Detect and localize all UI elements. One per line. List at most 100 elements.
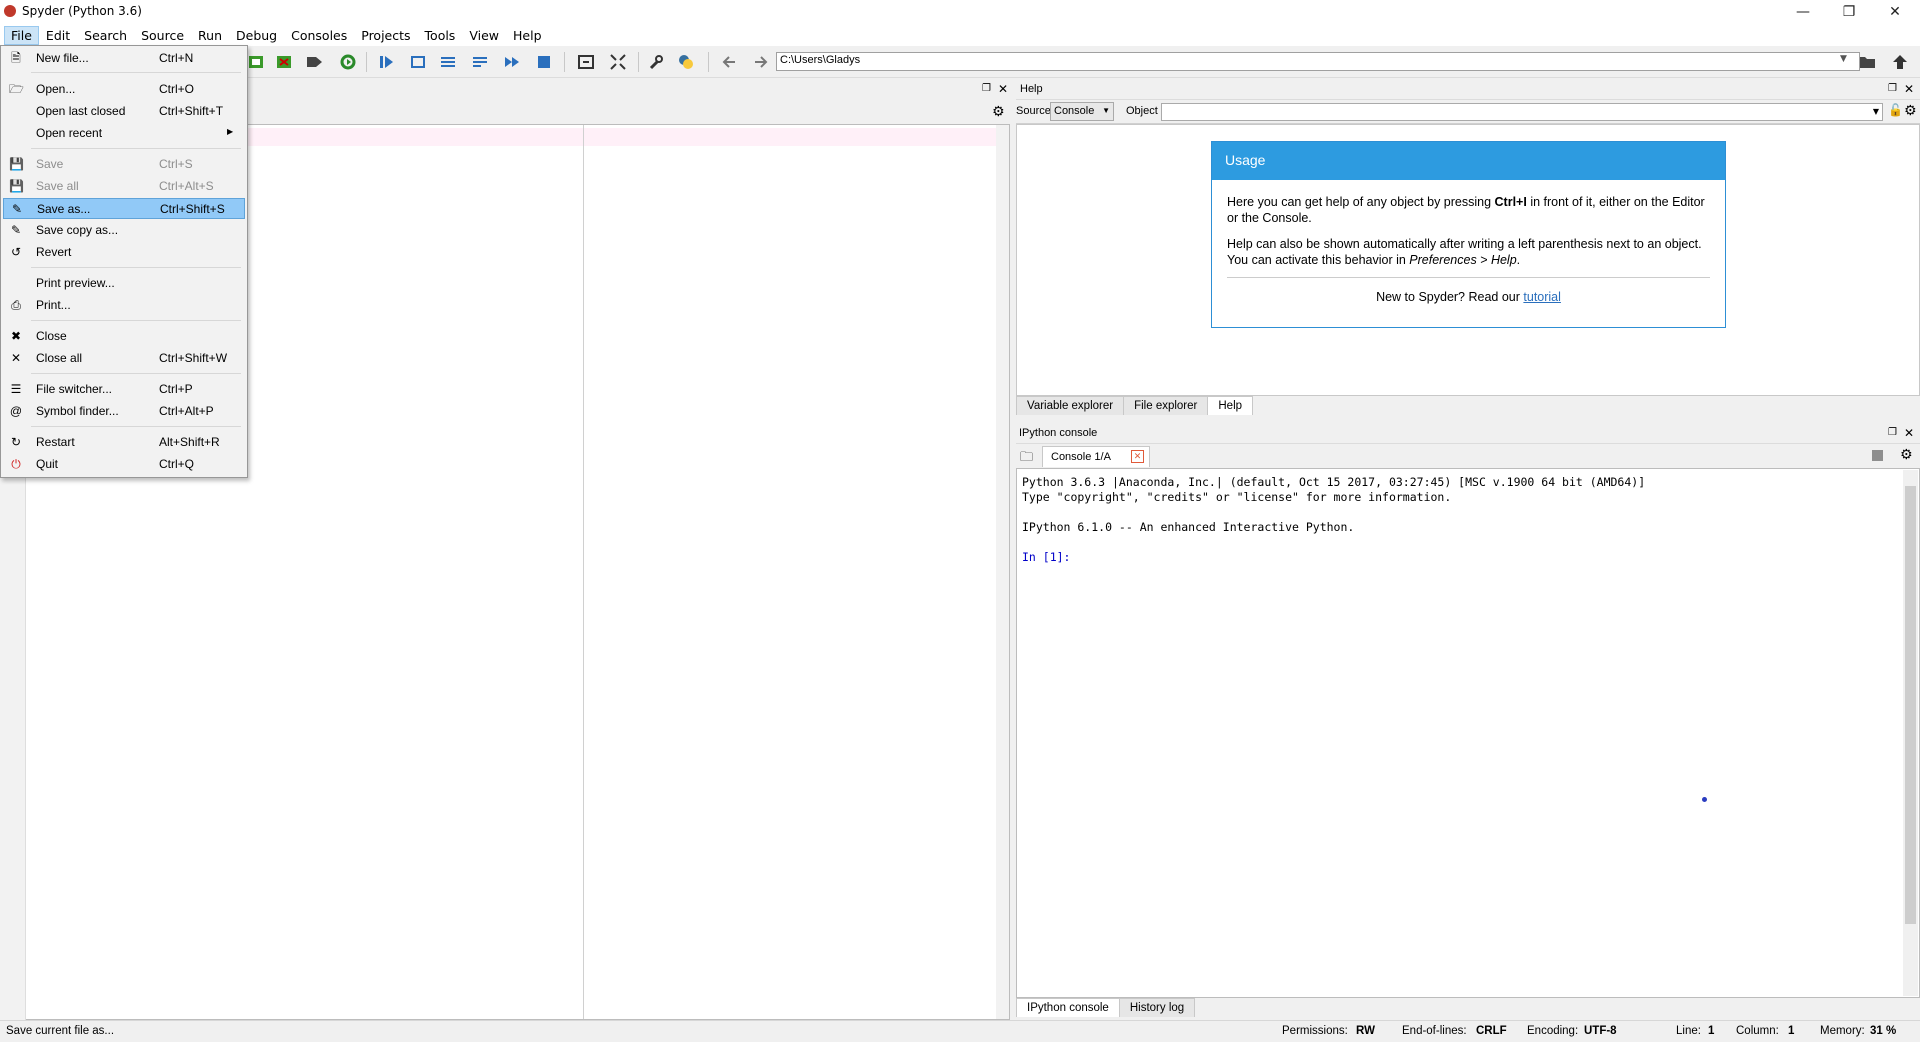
console-line: Python 3.6.3 |Anaconda, Inc.| (default, … xyxy=(1022,475,1646,489)
file-menu-dropdown: 🗎 New file... Ctrl+N 🗁 Open... Ctrl+O Open l… xyxy=(0,45,248,478)
console-tab[interactable]: Console 1/A ✕ xyxy=(1042,446,1150,467)
undock-icon[interactable]: ❐ xyxy=(1888,427,1897,438)
parent-directory-icon[interactable] xyxy=(1888,51,1912,73)
scroll-thumb[interactable] xyxy=(1905,486,1916,924)
menu-item-open-last-closed[interactable]: Open last closed Ctrl+Shift+T xyxy=(3,101,245,122)
lock-icon[interactable]: 🔓 xyxy=(1888,103,1903,117)
gear-icon[interactable]: ⚙ xyxy=(992,104,1005,120)
menu-run[interactable]: Run xyxy=(191,26,229,45)
run-selection-icon[interactable] xyxy=(302,51,326,73)
menu-item-save[interactable]: 💾 Save Ctrl+S xyxy=(3,154,245,175)
source-select[interactable]: Console ▼ xyxy=(1050,102,1114,121)
power-icon: ⏻ xyxy=(11,457,21,471)
menu-item-close-all[interactable]: ✕ Close all Ctrl+Shift+W xyxy=(3,348,245,369)
object-input[interactable]: ▼ xyxy=(1161,103,1883,121)
editor-scrollbar[interactable] xyxy=(996,125,1009,1019)
menu-item-file-switcher[interactable]: ☰ File switcher... Ctrl+P xyxy=(3,379,245,400)
close-tab-icon[interactable]: ✕ xyxy=(1131,450,1144,463)
folder-icon[interactable]: 🗀 xyxy=(1020,448,1033,470)
menu-item-new-file[interactable]: 🗎 New file... Ctrl+N xyxy=(3,48,245,69)
cursor-dot xyxy=(1702,797,1707,802)
interrupt-kernel-icon[interactable] xyxy=(1872,450,1883,461)
step-into-icon[interactable] xyxy=(436,51,460,73)
save-icon: 💾 xyxy=(9,157,24,171)
eol-label: End-of-lines: xyxy=(1402,1025,1467,1037)
restore-button[interactable]: ❐ xyxy=(1826,0,1872,24)
forward-arrow-icon[interactable] xyxy=(748,51,772,73)
save-as-icon: ✎ xyxy=(11,202,23,216)
revert-icon: ↺ xyxy=(10,245,22,259)
debug-icon[interactable] xyxy=(374,51,398,73)
close-window-button[interactable]: ✕ xyxy=(1872,0,1918,24)
back-arrow-icon[interactable] xyxy=(718,51,742,73)
step-icon[interactable] xyxy=(406,51,430,73)
list-icon: ☰ xyxy=(10,382,22,396)
stop-debug-icon[interactable] xyxy=(532,51,556,73)
close-pane-icon[interactable]: ✕ xyxy=(1904,426,1914,440)
close-all-icon: ✕ xyxy=(10,351,22,365)
maximize-pane-icon[interactable] xyxy=(574,51,598,73)
console-tabbar: 🗀 Console 1/A ✕ ⚙ xyxy=(1016,444,1920,468)
menu-file[interactable]: File xyxy=(4,25,39,45)
menu-item-print[interactable]: ⎙ Print... xyxy=(3,295,245,316)
menu-item-open[interactable]: 🗁 Open... Ctrl+O xyxy=(3,79,245,100)
menu-projects[interactable]: Projects xyxy=(354,26,417,45)
rerun-icon[interactable] xyxy=(336,51,360,73)
menu-consoles[interactable]: Consoles xyxy=(284,26,354,45)
menu-item-save-all[interactable]: 💾 Save all Ctrl+Alt+S xyxy=(3,176,245,197)
working-directory-input[interactable]: C:\Users\Gladys xyxy=(776,52,1860,71)
menu-source[interactable]: Source xyxy=(134,26,191,45)
new-file-icon: 🗎 xyxy=(11,51,21,65)
gear-icon[interactable]: ⚙ xyxy=(1904,103,1917,119)
menu-view[interactable]: View xyxy=(462,26,506,45)
close-pane-icon[interactable]: ✕ xyxy=(1904,82,1914,96)
undock-icon[interactable]: ❐ xyxy=(982,83,991,94)
python-path-icon[interactable] xyxy=(674,51,698,73)
tab-history-log[interactable]: History log xyxy=(1118,998,1196,1017)
fullscreen-icon[interactable] xyxy=(606,51,630,73)
run-cell-advance-icon[interactable] xyxy=(272,51,296,73)
menu-edit[interactable]: Edit xyxy=(39,26,77,45)
tab-file-explorer[interactable]: File explorer xyxy=(1123,396,1209,415)
ipython-console-output[interactable]: Python 3.6.3 |Anaconda, Inc.| (default, … xyxy=(1016,468,1920,998)
menu-search[interactable]: Search xyxy=(77,26,134,45)
help-title: Help xyxy=(1020,83,1043,95)
preferences-wrench-icon[interactable] xyxy=(644,51,668,73)
tab-variable-explorer[interactable]: Variable explorer xyxy=(1016,396,1125,415)
undock-icon[interactable]: ❐ xyxy=(1888,83,1897,94)
tab-help[interactable]: Help xyxy=(1207,396,1254,415)
usage-paragraph-2: Help can also be shown automatically aft… xyxy=(1227,237,1702,267)
continue-icon[interactable] xyxy=(500,51,524,73)
eol-value: CRLF xyxy=(1476,1025,1507,1037)
menu-item-save-copy-as[interactable]: ✎ Save copy as... xyxy=(3,220,245,241)
step-return-icon[interactable] xyxy=(468,51,492,73)
menu-item-save-as[interactable]: ✎ Save as... Ctrl+Shift+S xyxy=(3,198,245,219)
menu-tools[interactable]: Tools xyxy=(418,26,463,45)
title-bar: Spyder (Python 3.6) — ❐ ✕ xyxy=(0,0,1920,24)
tutorial-link[interactable]: tutorial xyxy=(1523,290,1561,304)
source-label: Source xyxy=(1016,105,1051,117)
status-bar: Save current file as... Permissions: RW … xyxy=(0,1020,1920,1042)
menu-item-print-preview[interactable]: Print preview... xyxy=(3,273,245,294)
menu-item-restart[interactable]: ↻ Restart Alt+Shift+R xyxy=(3,432,245,453)
help-header: Help ❐ ✕ xyxy=(1016,80,1920,100)
menu-debug[interactable]: Debug xyxy=(229,26,284,45)
menu-help[interactable]: Help xyxy=(506,26,549,45)
menu-item-revert[interactable]: ↺ Revert xyxy=(3,242,245,263)
chevron-down-icon[interactable]: ▼ xyxy=(1840,54,1847,64)
menu-item-symbol-finder[interactable]: @ Symbol finder... Ctrl+Alt+P xyxy=(3,401,245,422)
console-scrollbar[interactable] xyxy=(1903,470,1918,996)
object-label: Object xyxy=(1126,105,1158,117)
at-icon: @ xyxy=(9,404,23,418)
menu-item-open-recent[interactable]: Open recent ▶ xyxy=(3,123,245,144)
console-line: IPython 6.1.0 -- An enhanced Interactive… xyxy=(1022,520,1355,534)
menu-item-quit[interactable]: ⏻ Quit Ctrl+Q xyxy=(3,454,245,475)
memory-label: Memory: xyxy=(1820,1025,1865,1037)
open-folder-icon: 🗁 xyxy=(9,82,24,96)
minimize-button[interactable]: — xyxy=(1780,0,1826,24)
menu-item-close[interactable]: ✖ Close xyxy=(3,326,245,347)
tab-ipython-console[interactable]: IPython console xyxy=(1016,998,1120,1017)
chevron-down-icon[interactable]: ▼ xyxy=(1873,107,1879,116)
close-pane-icon[interactable]: ✕ xyxy=(998,82,1008,96)
gear-icon[interactable]: ⚙ xyxy=(1900,447,1913,463)
